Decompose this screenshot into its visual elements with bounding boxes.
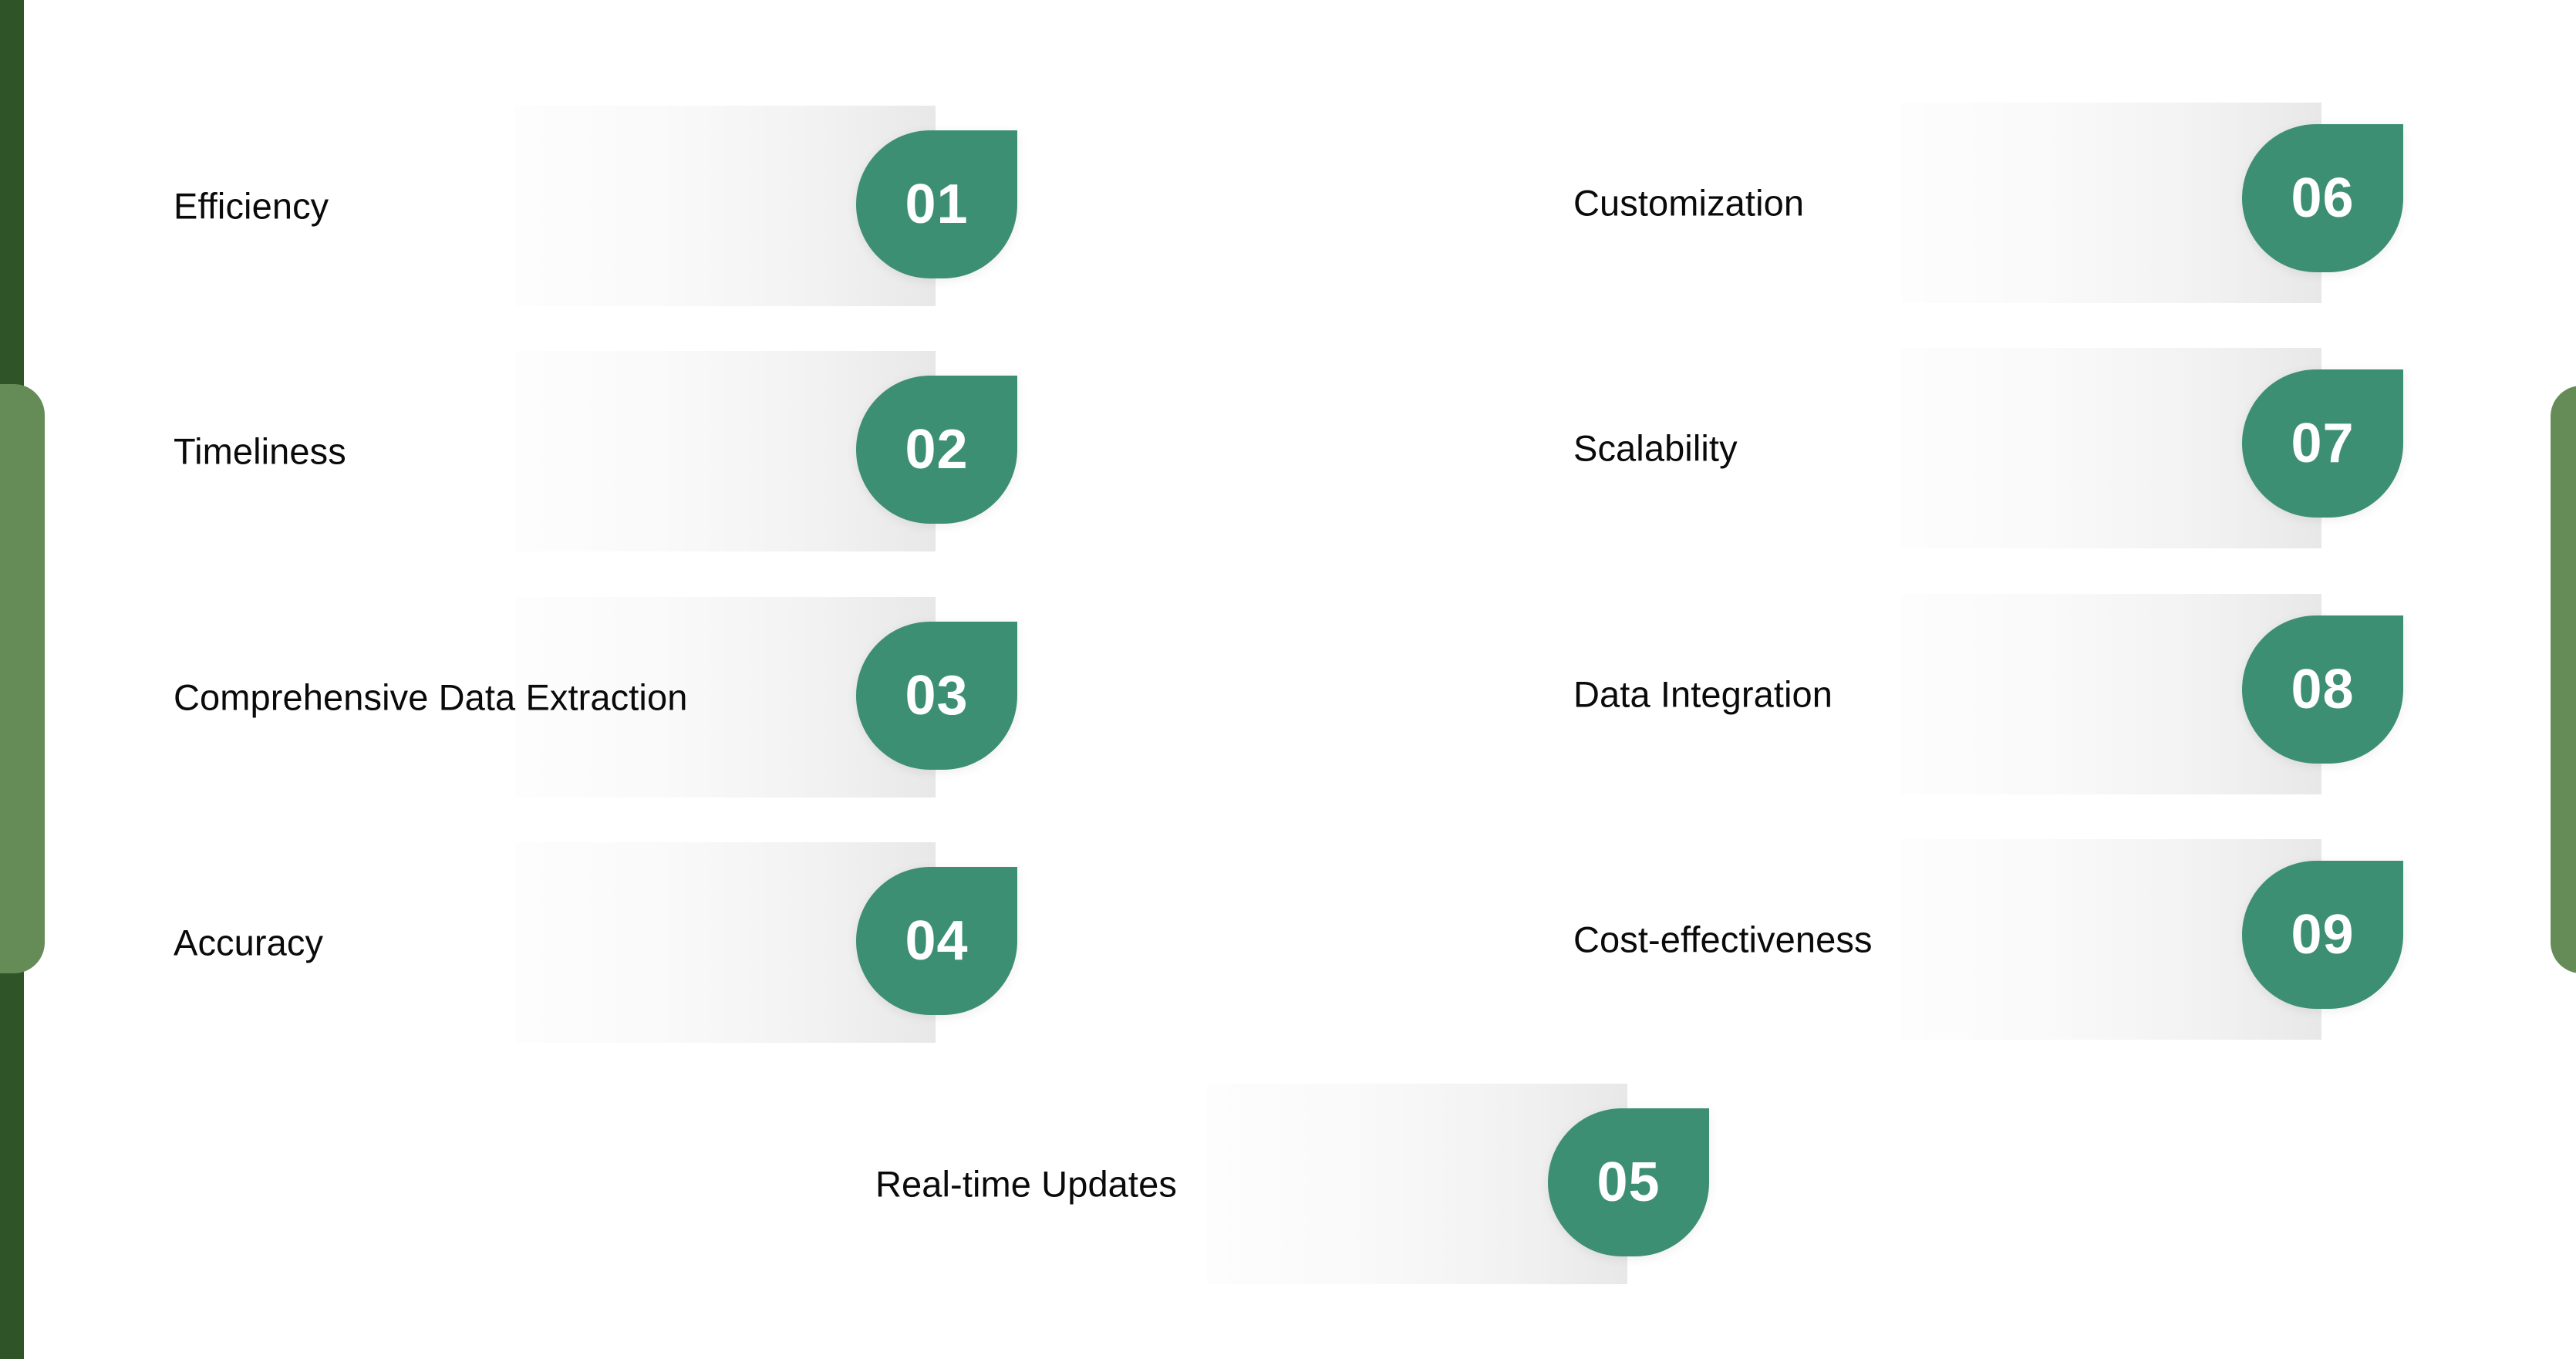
feature-number: 01 — [905, 174, 969, 235]
feature-label: Scalability — [1573, 427, 1738, 469]
feature-row[interactable]: Scalability 07 — [1573, 348, 2403, 548]
feature-number-badge[interactable]: 02 — [856, 376, 1017, 524]
feature-row[interactable]: Customization 06 — [1573, 103, 2403, 303]
feature-number-badge[interactable]: 07 — [2242, 369, 2403, 518]
feature-number: 05 — [1597, 1152, 1661, 1213]
feature-label: Timeliness — [174, 430, 346, 472]
feature-row[interactable]: Real-time Updates 05 — [875, 1084, 1709, 1284]
feature-row[interactable]: Data Integration 08 — [1573, 594, 2403, 794]
feature-number-badge[interactable]: 08 — [2242, 615, 2403, 764]
feature-number-badge[interactable]: 01 — [856, 130, 1017, 278]
feature-row[interactable]: Efficiency 01 — [174, 106, 1017, 306]
feature-row[interactable]: Comprehensive Data Extraction 03 — [174, 597, 1017, 798]
feature-number-badge[interactable]: 05 — [1548, 1108, 1709, 1256]
feature-row[interactable]: Cost-effectiveness 09 — [1573, 839, 2403, 1040]
feature-number-badge[interactable]: 04 — [856, 867, 1017, 1015]
feature-number-badge[interactable]: 03 — [856, 622, 1017, 770]
feature-label: Real-time Updates — [875, 1163, 1177, 1205]
feature-label: Customization — [1573, 182, 1805, 224]
feature-number: 09 — [2291, 904, 2355, 966]
feature-number: 08 — [2291, 659, 2355, 720]
feature-row[interactable]: Accuracy 04 — [174, 842, 1017, 1043]
feature-number: 06 — [2291, 167, 2355, 229]
feature-number: 02 — [905, 419, 969, 481]
left-green-pill-accent — [0, 384, 45, 973]
feature-number-badge[interactable]: 06 — [2242, 124, 2403, 272]
feature-label: Cost-effectiveness — [1573, 919, 1873, 960]
feature-number: 04 — [905, 910, 969, 972]
feature-label: Data Integration — [1573, 673, 1833, 715]
feature-number: 03 — [905, 665, 969, 727]
feature-number-badge[interactable]: 09 — [2242, 861, 2403, 1009]
right-green-pill-accent — [2551, 386, 2576, 973]
feature-label: Accuracy — [174, 922, 324, 963]
feature-number: 07 — [2291, 413, 2355, 474]
feature-label: Efficiency — [174, 185, 329, 227]
feature-row[interactable]: Timeliness 02 — [174, 351, 1017, 551]
feature-label: Comprehensive Data Extraction — [174, 676, 688, 718]
